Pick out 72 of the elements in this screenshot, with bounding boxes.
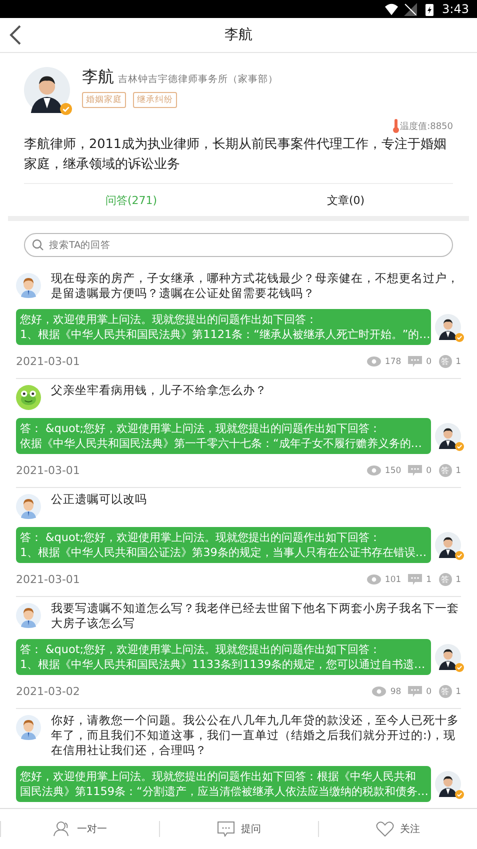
page-title: 李航	[224, 26, 252, 44]
specialty-tag: 婚姻家庭	[82, 92, 126, 108]
answer-count: 1	[456, 466, 461, 476]
temperature-value: 温度值:8850	[400, 120, 453, 132]
user-avatar-icon	[16, 273, 41, 298]
view-count: 98	[390, 686, 402, 696]
comment-count: 0	[426, 686, 432, 696]
back-icon[interactable]	[8, 25, 22, 45]
answer-badge: 答	[438, 355, 452, 368]
tab[interactable]: 文章(0)	[238, 184, 453, 216]
eye-icon	[366, 465, 381, 476]
verified-badge-icon	[455, 663, 464, 672]
person-icon	[53, 821, 71, 837]
lawyer-avatar-icon	[435, 771, 461, 797]
answer-badge: 答	[438, 685, 452, 698]
lawyer-name: 李航	[82, 67, 114, 88]
view-count: 101	[384, 574, 402, 584]
verified-badge-icon	[455, 551, 464, 560]
lawyer-avatar-icon	[24, 67, 70, 113]
lawyer-avatar-icon	[435, 423, 461, 449]
lawyer-avatar-icon	[435, 644, 461, 670]
question-date: 2021-03-02	[16, 685, 81, 698]
law-firm: 吉林钟吉宇德律师事务所（家事部）	[118, 73, 278, 86]
question-date: 2021-03-01	[16, 464, 81, 477]
user-avatar-icon	[16, 715, 41, 740]
comment-count: 1	[426, 574, 432, 584]
question-text[interactable]: 父亲坐牢看病用钱，儿子不给拿怎么办？	[51, 383, 267, 398]
status-time: 3:43	[442, 2, 469, 16]
lawyer-avatar-icon	[435, 532, 461, 558]
question-date: 2021-03-01	[16, 573, 81, 586]
question-date: 2021-03-01	[16, 355, 81, 368]
search-field[interactable]: 搜索TA的回答	[24, 233, 453, 257]
comment-count: 0	[426, 356, 432, 366]
view-count: 178	[384, 356, 402, 366]
eye-icon	[372, 686, 386, 697]
bottom-tab[interactable]: 一对一	[0, 821, 159, 837]
user-avatar-icon	[16, 494, 41, 519]
question-text[interactable]: 现在母亲的房产，子女继承，哪种方式花钱最少？母亲健在，不想更名过户，是留遗嘱最方便吗？遗嘱在公证处留需要花钱吗？	[51, 271, 461, 301]
frog-avatar-icon	[16, 385, 41, 410]
view-count: 150	[384, 466, 402, 476]
battery-icon	[423, 2, 436, 16]
verified-badge-icon	[455, 333, 464, 342]
question-text[interactable]: 公正遗嘱可以改吗	[51, 492, 147, 507]
bottom-tab[interactable]: 关注	[318, 821, 477, 837]
answer-count: 1	[456, 574, 461, 584]
no-signal-icon	[404, 2, 418, 16]
question-text[interactable]: 你好，请教您一个问题。我公公在八几年九几年贷的款没还，至今人已死十多年了，而且我们不知道这事，我们一直单过（结婚之后我们就分开过的:)，现在信用社让我们还，合理吗？	[51, 713, 461, 758]
verified-badge-icon	[455, 790, 464, 799]
lawyer-avatar-icon	[435, 314, 461, 340]
comment-icon	[408, 574, 422, 585]
comment-icon	[408, 686, 422, 697]
answer-badge: 答	[438, 573, 452, 586]
answer-count: 1	[456, 356, 461, 366]
eye-icon	[366, 574, 381, 585]
thermometer-icon	[393, 119, 400, 133]
heart-icon	[376, 821, 394, 837]
answer-count: 1	[456, 686, 461, 696]
bottom-tab[interactable]: 提问	[159, 821, 318, 837]
comment-count: 0	[426, 466, 432, 476]
search-icon	[32, 239, 44, 251]
eye-icon	[366, 356, 381, 367]
question-text[interactable]: 我要写遗嘱不知道怎么写？我老伴已经去世留下他名下两套小房子我名下一套大房子该怎么写	[51, 601, 461, 631]
user-avatar-icon	[16, 603, 41, 628]
verified-badge-icon	[455, 442, 464, 451]
verified-badge-icon	[60, 103, 72, 115]
specialty-tag: 继承纠纷	[133, 92, 177, 108]
comment-icon	[408, 356, 422, 367]
lawyer-bio: 李航律师，2011成为执业律师，长期从前民事案件代理工作，专注于婚姻家庭，继承领域的诉讼业务	[24, 136, 448, 174]
chat-icon	[217, 821, 235, 837]
wifi-icon	[385, 2, 398, 16]
answer-badge: 答	[438, 464, 452, 477]
comment-icon	[408, 465, 422, 476]
